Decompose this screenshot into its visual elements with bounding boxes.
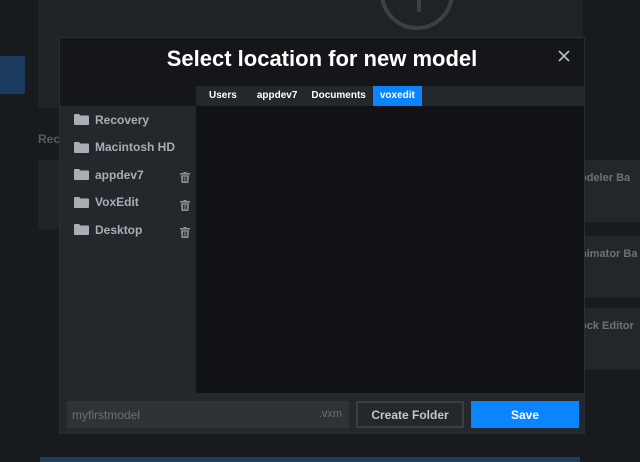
bg-template-label: nimator Ba [580,248,638,260]
bg-template-label: odeler Ba [580,172,631,184]
trash-icon[interactable] [180,198,190,211]
folder-contents-pane[interactable] [196,106,584,393]
breadcrumb: Users appdev7 Documents voxedit [196,86,584,106]
folder-icon [74,169,89,181]
bg-template-card: odeler Ba [580,160,640,222]
bg-template-card: ock Editor [580,308,640,370]
sidebar-item-voxedit[interactable]: VoxEdit [60,189,196,217]
folder-icon [74,224,89,236]
sidebar-item-appdev7[interactable]: appdev7 [60,161,196,189]
create-folder-button[interactable]: Create Folder [356,401,464,428]
filename-input[interactable] [67,401,302,428]
bg-template-label: ock Editor [580,320,634,332]
sidebar-item-macintosh-hd[interactable]: Macintosh HD [60,134,196,162]
bg-bottom-bar [40,457,580,462]
location-sidebar: Recovery Macintosh HD appdev7 VoxEdit De… [60,106,196,393]
dialog-title: Select location for new model [166,46,478,71]
trash-icon[interactable] [180,225,190,238]
sidebar-item-label: Recovery [95,112,150,127]
breadcrumb-item-appdev7[interactable]: appdev7 [250,86,305,106]
folder-icon [74,196,89,208]
bg-recent-label: Rec [38,132,61,146]
dialog-footer: .vxm Create Folder Save [60,393,584,434]
sidebar-item-desktop[interactable]: Desktop [60,216,196,244]
sidebar-item-label: Desktop [95,222,143,237]
sidebar-item-recovery[interactable]: Recovery [60,106,196,134]
close-icon[interactable] [554,46,574,66]
filename-field[interactable]: .vxm [67,401,349,428]
folder-icon [74,114,89,126]
breadcrumb-item-voxedit[interactable]: voxedit [372,86,422,106]
sidebar-item-label: appdev7 [95,167,144,182]
folder-icon [74,141,89,153]
save-button[interactable]: Save [471,401,579,428]
file-extension: .vxm [318,408,342,420]
sidebar-item-label: VoxEdit [95,195,139,210]
sidebar-item-label: Macintosh HD [95,140,176,155]
bg-sidebar-highlight [0,56,25,94]
bg-template-card: nimator Ba [580,236,640,298]
breadcrumb-item-users[interactable]: Users [196,86,250,106]
select-location-dialog: Select location for new model Users appd… [59,37,585,434]
breadcrumb-item-documents[interactable]: Documents [304,86,372,106]
trash-icon[interactable] [180,170,190,183]
